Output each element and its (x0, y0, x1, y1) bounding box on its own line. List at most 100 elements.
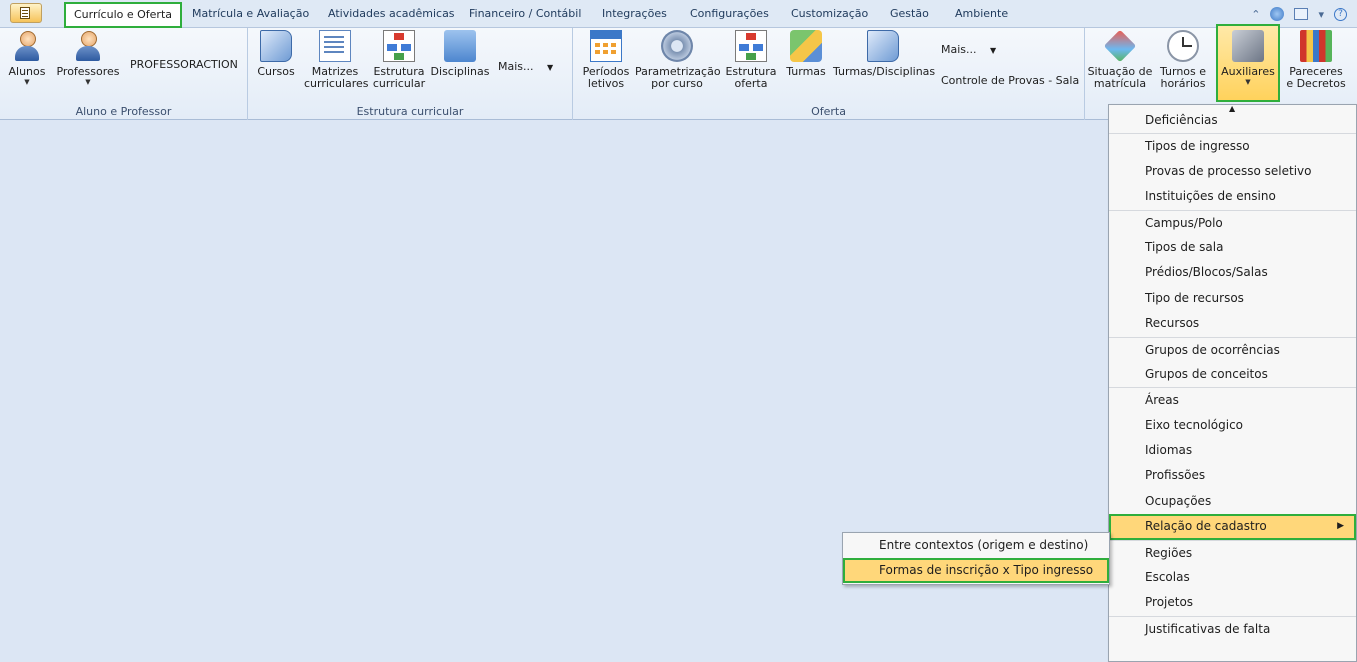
turmas-disciplinas-button[interactable]: Turmas/Disciplinas (833, 30, 935, 78)
menu-item[interactable]: Profissões (1109, 463, 1356, 488)
menu-item-label: Grupos de conceitos (1145, 366, 1268, 381)
chevron-down-icon[interactable]: ▾ (1318, 8, 1324, 21)
menu-item[interactable]: Escolas (1109, 565, 1356, 590)
turmas-button[interactable]: Turmas (783, 30, 829, 78)
menu-item[interactable]: Ocupações (1109, 489, 1356, 514)
menu-item-label: Projetos (1145, 595, 1194, 610)
globe-icon[interactable] (1270, 7, 1285, 21)
menu-item-label: Eixo tecnológico (1145, 417, 1244, 432)
auxiliares-button[interactable]: Auxiliares ▼ (1216, 24, 1280, 102)
tab-atividades-academicas[interactable]: Atividades acadêmicas (320, 4, 463, 26)
submenu-item-label: Formas de inscrição x Tipo ingresso (879, 563, 1094, 577)
situacao-matricula-button[interactable]: Situação de matrícula (1087, 29, 1153, 90)
class-groups-icon (790, 30, 822, 62)
help-icon[interactable]: ? (1334, 7, 1347, 21)
estrutura-oferta-button[interactable]: Estrutura oferta (724, 30, 778, 90)
menu-item-label: Deficiências (1145, 113, 1218, 127)
menu-item[interactable]: Prédios/Blocos/Salas (1109, 260, 1356, 285)
menu-item-label: Grupos de ocorrências (1145, 342, 1280, 357)
app-menu-icon (20, 7, 30, 19)
group-label: Oferta (811, 105, 846, 118)
window-layout-icon[interactable] (1294, 8, 1309, 20)
menu-item-label: Profissões (1145, 468, 1206, 483)
cube-icon (1232, 30, 1264, 62)
turnos-horarios-button[interactable]: Turnos e horários (1155, 30, 1211, 90)
matrizes-curriculares-button[interactable]: Matrizes curriculares (304, 30, 369, 90)
menu-item-label: Campus/Polo (1145, 215, 1223, 230)
tab-integracoes[interactable]: Integrações (594, 4, 675, 26)
professoraction-button[interactable]: PROFESSORACTION (130, 58, 238, 71)
oferta-mais-button[interactable]: Mais... ▼ (941, 43, 996, 56)
menu-item[interactable]: Campus/Polo (1109, 209, 1356, 235)
menu-item-label: Regiões (1145, 545, 1193, 560)
menu-item[interactable]: Idiomas (1109, 438, 1356, 463)
group-oferta: Períodos letivos Parametrização por curs… (573, 28, 1085, 120)
dropdown-arrow-icon: ▼ (24, 78, 30, 86)
controle-provas-sala-button[interactable]: Controle de Provas - Sala (941, 74, 1079, 87)
tab-ambiente[interactable]: Ambiente (947, 4, 1016, 26)
periodos-letivos-button[interactable]: Períodos letivos (581, 30, 631, 90)
disciplinas-button[interactable]: Disciplinas (430, 30, 490, 78)
chevron-down-icon: ▼ (990, 46, 997, 55)
menu-item[interactable]: Provas de processo seletivo (1109, 159, 1356, 184)
estrutura-mais-button[interactable]: Mais... ▼ (498, 60, 553, 73)
relacao-cadastro-submenu: Entre contextos (origem e destino) Formas… (842, 532, 1110, 585)
alunos-button[interactable]: Alunos ▼ (6, 30, 48, 87)
book-icon (260, 30, 292, 62)
cursos-button[interactable]: Cursos (256, 30, 296, 78)
folder-icon (444, 30, 476, 62)
menu-item-label: Tipos de ingresso (1145, 139, 1250, 154)
menu-item-label: Tipo de recursos (1145, 290, 1244, 305)
estrutura-curricular-button[interactable]: Estrutura curricular (372, 30, 426, 90)
menu-item[interactable]: Justificativas de falta (1109, 615, 1356, 641)
tab-gestao[interactable]: Gestão (882, 4, 937, 26)
class-subjects-icon (867, 30, 899, 62)
submenu-item[interactable]: Formas de inscrição x Tipo ingresso (843, 558, 1109, 583)
menu-item-label: Instituições de ensino (1145, 189, 1276, 204)
status-icon (1103, 29, 1137, 63)
tab-matricula-avaliacao[interactable]: Matrícula e Avaliação (184, 4, 317, 26)
group-estrutura-curricular: Cursos Matrizes curriculares Estrutura c… (248, 28, 573, 120)
pareceres-decretos-button[interactable]: Pareceres e Decretos (1285, 30, 1347, 90)
submenu-item[interactable]: Entre contextos (origem e destino) (843, 533, 1109, 558)
professores-button[interactable]: Professores ▼ (56, 30, 120, 87)
parametrizacao-button[interactable]: Parametrização por curso (635, 30, 721, 90)
menu-item-list: Deficiências Tipos de ingresso Provas de p… (1109, 108, 1356, 641)
menu-item-label: Prédios/Blocos/Salas (1145, 265, 1268, 280)
menu-item[interactable]: Tipos de sala (1109, 235, 1356, 260)
minimize-ribbon-icon[interactable]: ⌃ (1251, 8, 1260, 21)
application-menu-button[interactable] (10, 3, 42, 23)
menu-item[interactable]: Projetos (1109, 590, 1356, 615)
menu-item[interactable]: Recursos (1109, 311, 1356, 336)
menu-item-label: Ocupações (1145, 493, 1212, 508)
menu-item[interactable]: Tipos de ingresso (1109, 133, 1356, 158)
gears-icon (661, 30, 693, 62)
auxiliares-dropdown-menu: Deficiências Tipos de ingresso Provas de p… (1108, 104, 1357, 662)
menu-item[interactable]: Relação de cadastro ▶ (1109, 514, 1356, 540)
menu-item[interactable]: Regiões (1109, 539, 1356, 565)
students-icon (11, 30, 43, 62)
menu-item[interactable]: Áreas (1109, 387, 1356, 412)
menu-item[interactable]: Grupos de ocorrências (1109, 336, 1356, 362)
dropdown-arrow-icon: ▼ (85, 78, 91, 86)
group-label: Aluno e Professor (75, 105, 172, 118)
tab-configuracoes[interactable]: Configurações (682, 4, 777, 26)
binders-icon (1300, 30, 1332, 62)
menu-item[interactable]: Tipo de recursos (1109, 286, 1356, 311)
menu-item-label: Recursos (1145, 316, 1200, 331)
tab-curriculo-oferta[interactable]: Currículo e Oferta (64, 2, 183, 28)
tab-customizacao[interactable]: Customização (783, 4, 876, 26)
menu-item[interactable]: Eixo tecnológico (1109, 413, 1356, 438)
menu-item-label: Provas de processo seletivo (1145, 163, 1312, 178)
tab-financeiro-contabil[interactable]: Financeiro / Contábil (461, 4, 589, 26)
submenu-item-label: Entre contextos (origem e destino) (879, 538, 1089, 552)
menu-item-label: Justificativas de falta (1145, 621, 1271, 636)
chevron-down-icon: ▼ (547, 63, 554, 72)
ribbon-tab-bar: Currículo e Oferta Matrícula e Avaliação… (0, 0, 1357, 28)
dropdown-arrow-icon: ▼ (1245, 78, 1251, 86)
teacher-icon (72, 30, 104, 62)
menu-item[interactable]: Grupos de conceitos (1109, 362, 1356, 387)
menu-item[interactable]: Instituições de ensino (1109, 184, 1356, 209)
window-controls: ⌃ ▾ ? (1251, 5, 1347, 23)
org-chart-icon (383, 30, 415, 62)
